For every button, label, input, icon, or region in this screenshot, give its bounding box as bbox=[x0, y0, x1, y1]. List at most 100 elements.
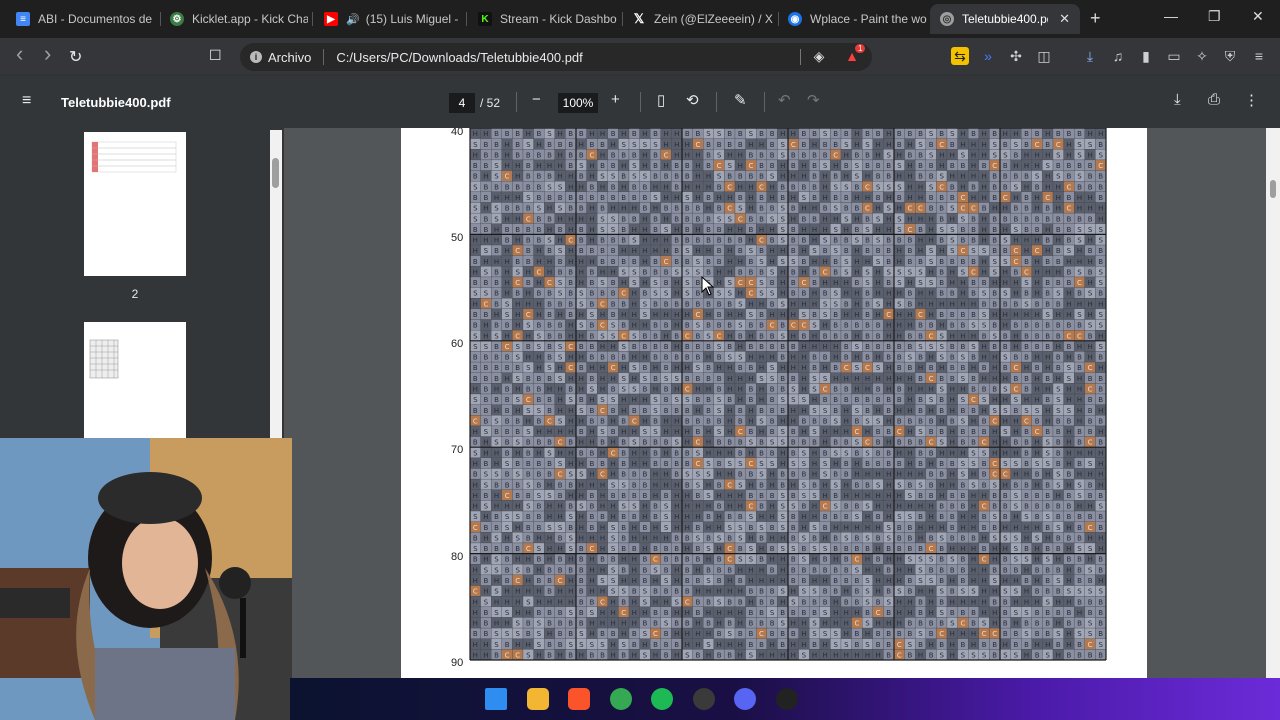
grid-symbol: H bbox=[875, 226, 880, 234]
pdf-viewer[interactable]: H H B B B H B S H B B H H B H B H B H H B B S S B B S B B H H B B S B B H B B H… bbox=[284, 128, 1266, 678]
reload-button[interactable]: ↻ bbox=[69, 47, 82, 67]
grid-symbol: B bbox=[738, 417, 743, 425]
new-tab-button[interactable]: + bbox=[1090, 8, 1101, 29]
extension-blue-icon[interactable]: » bbox=[979, 47, 997, 65]
grid-symbol: H bbox=[579, 279, 584, 287]
maximize-button[interactable]: ❐ bbox=[1208, 8, 1221, 25]
grid-symbol: H bbox=[822, 194, 827, 202]
bookmark-button[interactable]: ☐ bbox=[209, 47, 222, 64]
grid-symbol: B bbox=[558, 332, 563, 340]
grid-symbol: B bbox=[473, 226, 478, 234]
grid-symbol: B bbox=[971, 279, 976, 287]
annotate-icon[interactable]: ✎ bbox=[734, 91, 747, 109]
audio-playing-icon[interactable]: 🔊 bbox=[346, 13, 360, 26]
vpn-icon[interactable]: ⛨ bbox=[1221, 47, 1239, 65]
grid-symbol: H bbox=[1024, 247, 1029, 255]
grid-symbol: H bbox=[875, 151, 880, 159]
grid-symbol: B bbox=[526, 534, 531, 542]
wallet-icon[interactable]: ▭ bbox=[1165, 47, 1183, 65]
grid-symbol: H bbox=[610, 439, 615, 447]
grid-symbol: B bbox=[907, 258, 912, 266]
tab-kick-dashboard[interactable]: K Stream - Kick Dashbo bbox=[468, 4, 618, 34]
grid-symbol: B bbox=[897, 396, 902, 404]
info-icon[interactable]: i bbox=[250, 51, 262, 63]
zoom-in-button[interactable]: + bbox=[611, 91, 620, 108]
grid-symbol: S bbox=[653, 290, 658, 298]
menu-icon[interactable]: ≡ bbox=[1250, 47, 1268, 65]
grid-symbol: S bbox=[759, 290, 764, 298]
leo-icon[interactable]: ✧ bbox=[1193, 47, 1211, 65]
extension-yellow-icon[interactable]: ⇆ bbox=[951, 47, 969, 65]
sidebar-scroll-thumb[interactable] bbox=[272, 158, 279, 188]
window-close-button[interactable]: ✕ bbox=[1252, 8, 1264, 25]
tab-close-icon[interactable]: ✕ bbox=[1059, 11, 1070, 27]
redo-icon[interactable]: ↷ bbox=[807, 91, 820, 109]
page-thumbnail[interactable] bbox=[84, 132, 186, 276]
grid-symbol: B bbox=[494, 428, 499, 436]
grid-symbol: B bbox=[494, 141, 499, 149]
grid-symbol: C bbox=[918, 205, 923, 213]
grid-symbol: B bbox=[1013, 322, 1018, 330]
grid-symbol: H bbox=[1024, 524, 1029, 532]
grid-symbol: H bbox=[547, 162, 552, 170]
browser-toolbar: ‹ › ↻ ☐ i Archivo C:/Users/PC/Downloads/… bbox=[0, 38, 1280, 76]
page-thumbnail[interactable] bbox=[84, 322, 186, 442]
grid-symbol: S bbox=[876, 183, 881, 191]
tab-docs[interactable]: ≡ ABI - Documentos de bbox=[6, 4, 156, 34]
grid-symbol: H bbox=[801, 205, 806, 213]
downloads-icon[interactable]: ⤓ bbox=[1081, 47, 1099, 65]
screenshot-icon[interactable]: ◫ bbox=[1035, 47, 1053, 65]
download-icon[interactable]: ⤓ bbox=[1174, 91, 1181, 108]
grid-symbol: S bbox=[579, 322, 584, 330]
grid-symbol: S bbox=[780, 205, 785, 213]
tab-kicklet[interactable]: ⚙ Kicklet.app - Kick Cha bbox=[160, 4, 308, 34]
grid-symbol: B bbox=[1003, 492, 1008, 500]
grid-symbol: H bbox=[1034, 311, 1039, 319]
grid-symbol: H bbox=[674, 151, 679, 159]
grid-symbol: B bbox=[568, 386, 573, 394]
grid-symbol: B bbox=[547, 460, 552, 468]
extensions-puzzle-icon[interactable]: ✣ bbox=[1007, 47, 1025, 65]
url-text[interactable]: C:/Users/PC/Downloads/Teletubbie400.pdf bbox=[336, 50, 582, 65]
zoom-out-button[interactable]: − bbox=[532, 91, 541, 108]
grid-symbol: S bbox=[547, 183, 552, 191]
sidebar-toggle-icon[interactable]: ≡ bbox=[22, 92, 31, 110]
grid-symbol: H bbox=[579, 460, 584, 468]
tab-youtube[interactable]: ▶ 🔊 (15) Luis Miguel - bbox=[314, 4, 462, 34]
grid-symbol: B bbox=[706, 322, 711, 330]
grid-symbol: B bbox=[876, 332, 881, 340]
grid-symbol: H bbox=[748, 183, 753, 191]
rotate-icon[interactable]: ⟲ bbox=[686, 91, 699, 109]
grid-symbol: B bbox=[801, 545, 806, 553]
address-bar[interactable]: i Archivo C:/Users/PC/Downloads/Teletubb… bbox=[240, 43, 872, 71]
brave-shield-icon[interactable]: ◈ bbox=[810, 47, 828, 65]
grid-symbol: B bbox=[568, 162, 573, 170]
undo-icon[interactable]: ↶ bbox=[778, 91, 791, 109]
grid-symbol: B bbox=[1098, 258, 1103, 266]
media-icon[interactable]: ♫ bbox=[1109, 47, 1127, 65]
grid-symbol: B bbox=[515, 290, 520, 298]
tab-pdf-active[interactable]: ◎ Teletubbie400.pd ✕ bbox=[930, 4, 1080, 34]
forward-button[interactable]: › bbox=[44, 41, 51, 67]
tab-wplace[interactable]: ◉ Wplace - Paint the wo bbox=[778, 4, 928, 34]
grid-symbol: H bbox=[1087, 449, 1092, 457]
minimize-button[interactable]: — bbox=[1164, 8, 1178, 24]
sidebar-icon[interactable]: ▮ bbox=[1137, 47, 1155, 65]
grid-symbol: S bbox=[494, 162, 499, 170]
grid-symbol: B bbox=[1013, 173, 1018, 181]
grid-symbol: H bbox=[918, 215, 923, 223]
grid-symbol: B bbox=[717, 481, 722, 489]
back-button[interactable]: ‹ bbox=[16, 41, 23, 67]
grid-symbol: H bbox=[674, 524, 679, 532]
page-number-input[interactable]: 4 bbox=[449, 93, 475, 113]
tab-x[interactable]: 𝕏 Zein (@ElZeeeein) / X bbox=[622, 4, 774, 34]
grid-symbol: H bbox=[1077, 300, 1082, 308]
more-actions-icon[interactable]: ⋮ bbox=[1244, 91, 1259, 109]
grid-symbol: B bbox=[823, 332, 828, 340]
zoom-input[interactable]: 100% bbox=[558, 93, 598, 113]
grid-symbol: S bbox=[611, 332, 616, 340]
print-icon[interactable]: ⎙ bbox=[1208, 91, 1220, 108]
grid-symbol: B bbox=[653, 449, 658, 457]
grid-symbol: B bbox=[918, 258, 923, 266]
fit-page-icon[interactable]: ▯ bbox=[657, 91, 665, 109]
